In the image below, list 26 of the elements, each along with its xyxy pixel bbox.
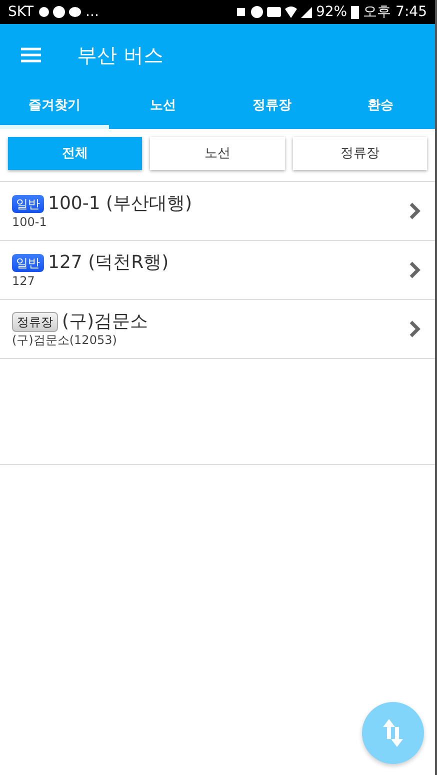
- favorite-title: (구)검문소: [62, 311, 148, 333]
- route-type-badge: 일반: [12, 195, 44, 213]
- filter-button[interactable]: 정류장: [292, 137, 427, 170]
- chevron-right-icon: [409, 202, 421, 220]
- swap-vertical-icon: [382, 717, 404, 749]
- route-type-badge: 일반: [12, 254, 44, 272]
- overflow-label: ...: [86, 2, 99, 22]
- clock: 오후 7:45: [363, 2, 427, 22]
- swap-fab[interactable]: [362, 702, 424, 764]
- app-title: 부산 버스: [77, 42, 164, 69]
- favorite-subtitle: 127: [12, 274, 36, 288]
- filter-button[interactable]: 노선: [150, 137, 285, 170]
- favorite-row[interactable]: 일반 100-1 (부산대행) 100-1: [0, 182, 435, 241]
- battery-icon: [351, 5, 360, 19]
- route-type-badge: 정류장: [12, 312, 58, 332]
- chevron-right-icon: [409, 261, 421, 279]
- favorite-subtitle: (구)검문소(12053): [12, 333, 118, 347]
- favorite-row[interactable]: 일반 127 (덕천R행) 127: [0, 241, 435, 300]
- favorite-subtitle: 100-1: [12, 215, 48, 229]
- favorite-row[interactable]: 정류장 (구)검문소 (구)검문소(12053): [0, 300, 435, 359]
- carrier-label: SKT: [8, 2, 34, 22]
- favorite-title: 127 (덕천R행): [48, 252, 169, 274]
- menu-icon: [21, 47, 41, 63]
- battery-percent: 92%: [316, 2, 348, 22]
- chevron-right-icon: [409, 320, 421, 338]
- favorite-title: 100-1 (부산대행): [48, 193, 192, 215]
